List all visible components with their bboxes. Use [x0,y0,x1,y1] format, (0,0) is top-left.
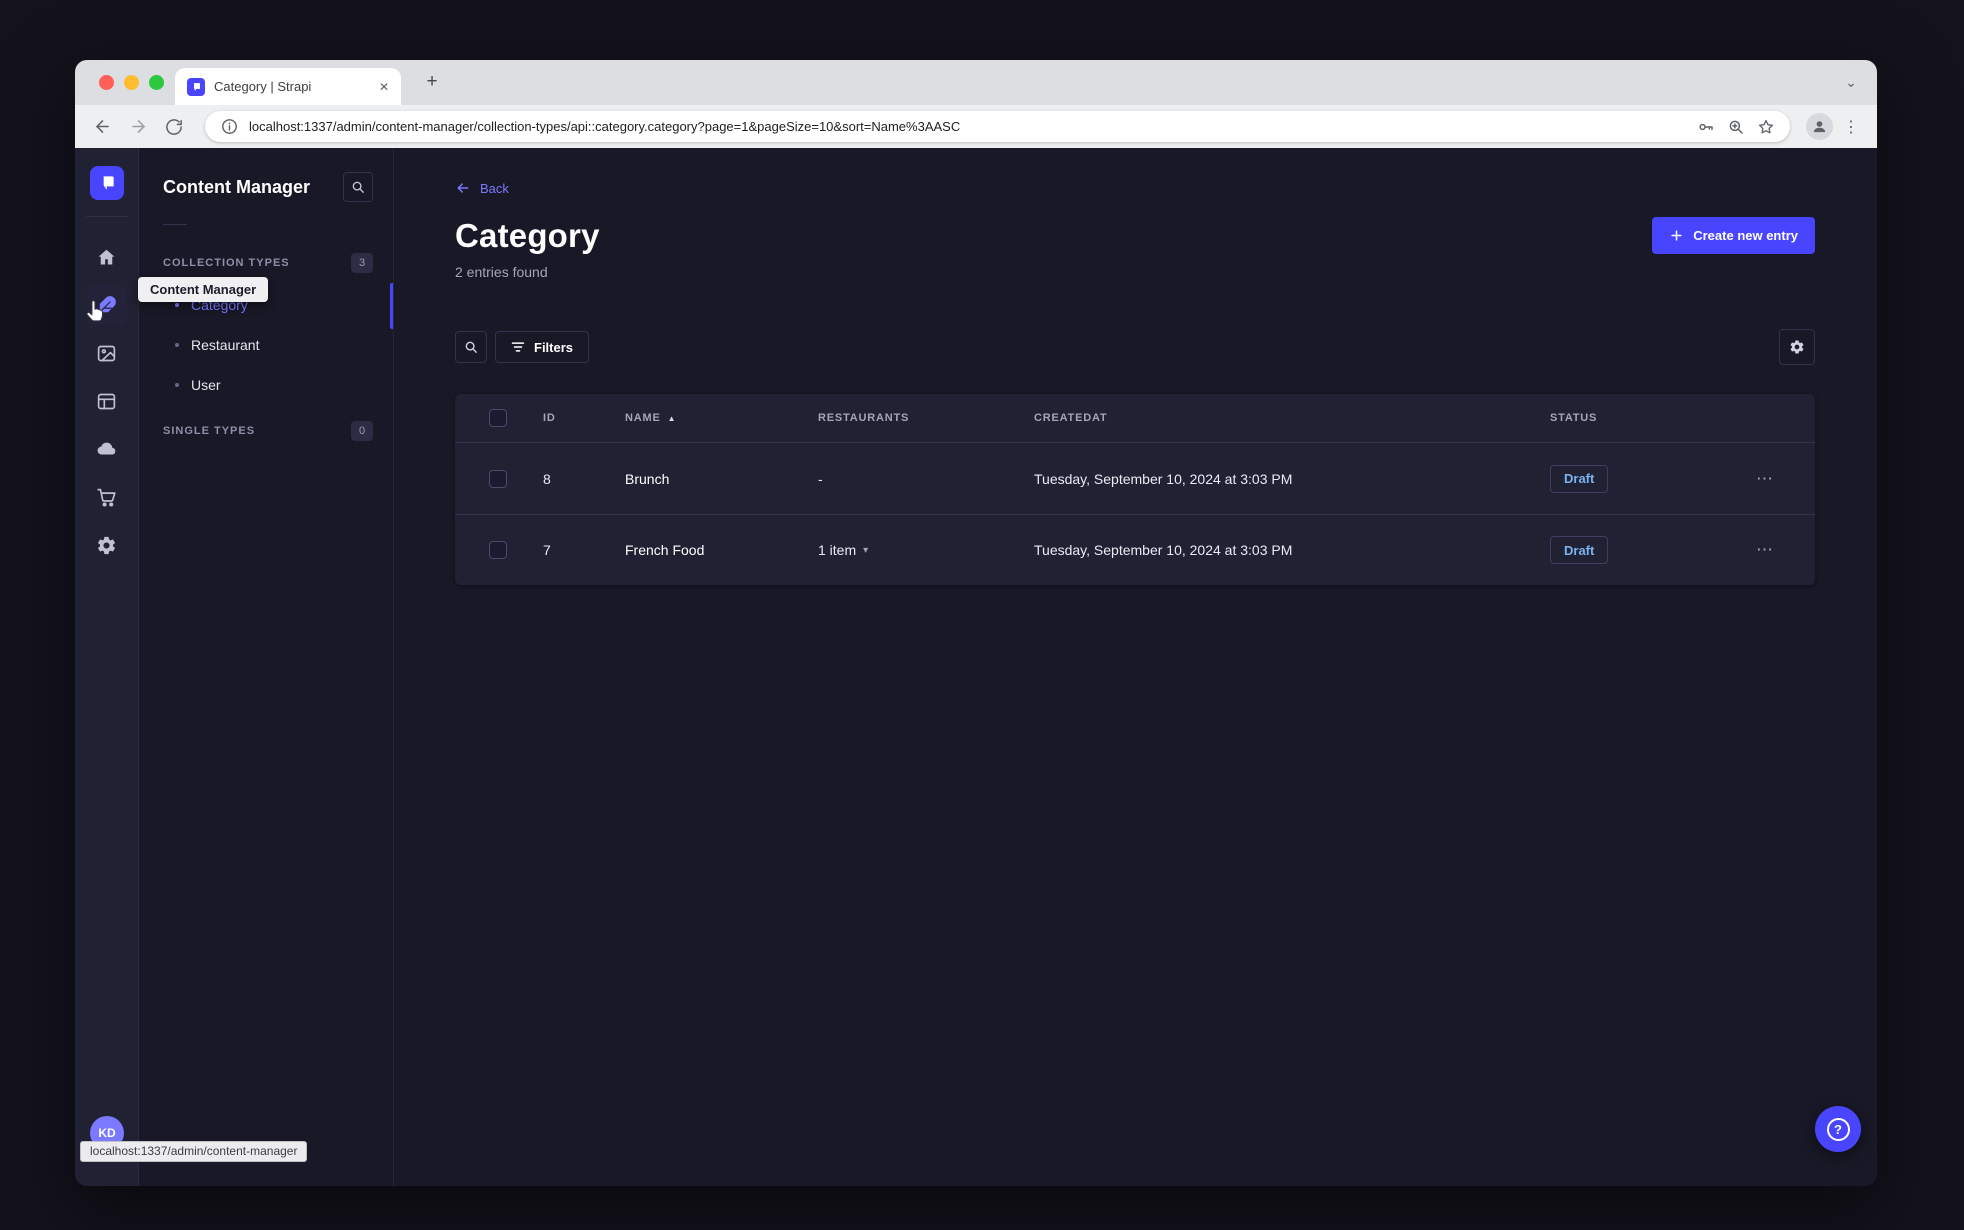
column-header-status[interactable]: STATUS [1550,412,1715,424]
back-nav-icon[interactable] [89,114,115,140]
link-preview-status: localhost:1337/admin/content-manager [80,1141,308,1162]
collection-types-count-badge: 3 [351,253,373,273]
column-header-name[interactable]: NAME ▲ [625,412,818,424]
window-controls [99,75,164,90]
browser-tab[interactable]: Category | Strapi ✕ [175,68,401,105]
reload-icon[interactable] [161,114,187,140]
subnav-search-button[interactable] [343,172,373,202]
status-badge: Draft [1550,536,1609,564]
new-tab-button[interactable]: + [419,69,445,95]
deploy-cloud-nav-icon[interactable] [87,429,127,469]
cell-name: Brunch [625,470,670,487]
cell-id: 7 [543,542,551,558]
marketplace-cart-nav-icon[interactable] [87,477,127,517]
back-label: Back [480,180,509,196]
single-types-label: SINGLE TYPES [163,425,256,437]
back-link[interactable]: Back [455,180,509,196]
table-settings-button[interactable] [1779,329,1815,365]
zoom-page-icon[interactable] [1726,117,1746,137]
subnav-divider [163,224,187,225]
single-types-count-badge: 0 [351,421,373,441]
select-all-checkbox[interactable] [489,409,507,427]
subnav-item-label: User [191,377,221,393]
subnav-item-label: Restaurant [191,337,260,353]
password-key-icon[interactable] [1696,117,1716,137]
minimize-window-button[interactable] [124,75,139,90]
entries-count-text: 2 entries found [455,264,548,280]
active-item-indicator [390,283,393,329]
page-title: Category [455,217,600,254]
status-badge: Draft [1550,464,1609,493]
cell-name: French Food [625,542,705,558]
strapi-favicon [187,77,205,96]
browser-toolbar: localhost:1337/admin/content-manager/col… [75,105,1877,148]
tab-search-chevron-icon[interactable]: ⌄ [1839,70,1863,94]
filter-icon [511,342,525,352]
cell-createdat: Tuesday, September 10, 2024 at 3:03 PM [1034,470,1293,487]
cell-id: 8 [543,470,551,487]
settings-nav-icon[interactable] [87,525,127,565]
site-info-icon[interactable] [219,117,239,137]
question-mark-icon: ? [1826,1117,1850,1141]
sort-asc-icon: ▲ [667,413,677,423]
column-header-id[interactable]: ID [543,412,625,424]
tab-title: Category | Strapi [214,79,312,94]
table-row[interactable]: 8 Brunch - Tuesday, September 10, 2024 a… [455,443,1815,514]
filters-label: Filters [534,339,574,355]
close-window-button[interactable] [99,75,114,90]
url-text[interactable]: localhost:1337/admin/content-manager/col… [249,119,1686,134]
rail-divider [85,216,128,217]
main-nav-rail: KD [75,148,139,1186]
column-header-restaurants[interactable]: RESTAURANTS [818,412,1034,424]
strapi-admin: KD Content Manager COLLECTION TYPES 3 Ca… [75,148,1877,1186]
bookmark-star-icon[interactable] [1756,117,1776,137]
content-manager-tooltip: Content Manager [138,277,269,302]
row-actions-button[interactable]: ⋯ [1715,540,1815,560]
filters-button[interactable]: Filters [495,331,590,363]
table-search-button[interactable] [455,331,487,363]
subnav-item-user[interactable]: User [163,365,373,405]
main-content: Back Category Create new entry 2 entries… [394,148,1877,1186]
row-actions-button[interactable]: ⋯ [1715,469,1815,489]
subnav-title: Content Manager [163,176,311,197]
desktop: Category | Strapi ✕ + ⌄ localhost:1337/a… [0,0,1964,1230]
bullet-icon [175,383,179,387]
collection-types-label: COLLECTION TYPES [163,257,290,269]
zoom-window-button[interactable] [149,75,164,90]
bullet-icon [175,343,179,347]
tab-close-icon[interactable]: ✕ [379,80,389,94]
content-manager-nav-icon[interactable] [85,285,127,325]
plus-icon [1671,230,1682,241]
strapi-logo[interactable] [89,166,124,200]
row-checkbox[interactable] [489,469,507,488]
create-new-entry-label: Create new entry [1693,228,1798,243]
content-manager-subnav: Content Manager COLLECTION TYPES 3 Categ… [139,148,394,1186]
cell-restaurants[interactable]: 1 item ▾ [818,542,1034,558]
content-type-builder-nav-icon[interactable] [87,381,127,421]
subnav-item-restaurant[interactable]: Restaurant [163,325,373,365]
collection-types-section: COLLECTION TYPES 3 Category Restaurant U… [139,253,393,405]
table-header-row: ID NAME ▲ RESTAURANTS CREATEDAT STATUS [455,394,1815,443]
row-checkbox[interactable] [489,541,507,559]
browser-window: Category | Strapi ✕ + ⌄ localhost:1337/a… [75,60,1877,1186]
column-header-createdat[interactable]: CREATEDAT [1034,412,1550,424]
cell-restaurants: - [818,470,823,487]
table-row[interactable]: 7 French Food 1 item ▾ Tuesday, September… [455,514,1815,585]
single-types-section: SINGLE TYPES 0 [139,421,393,441]
filters-bar: Filters [455,329,1877,365]
address-bar[interactable]: localhost:1337/admin/content-manager/col… [205,111,1790,142]
create-new-entry-button[interactable]: Create new entry [1652,217,1815,254]
help-button[interactable]: ? [1815,1106,1861,1152]
bullet-icon [175,303,179,307]
media-library-nav-icon[interactable] [87,333,127,373]
mouse-cursor [83,299,105,323]
browser-menu-icon[interactable]: ⋮ [1839,117,1863,137]
home-nav-icon[interactable] [87,237,127,277]
chevron-down-icon: ▾ [863,544,869,556]
cell-createdat: Tuesday, September 10, 2024 at 3:03 PM [1034,542,1293,558]
browser-profile-avatar[interactable] [1806,113,1833,140]
tab-strip: Category | Strapi ✕ + ⌄ [75,60,1877,105]
forward-nav-icon[interactable] [125,114,151,140]
entries-table: ID NAME ▲ RESTAURANTS CREATEDAT STATUS 8 … [455,394,1815,585]
